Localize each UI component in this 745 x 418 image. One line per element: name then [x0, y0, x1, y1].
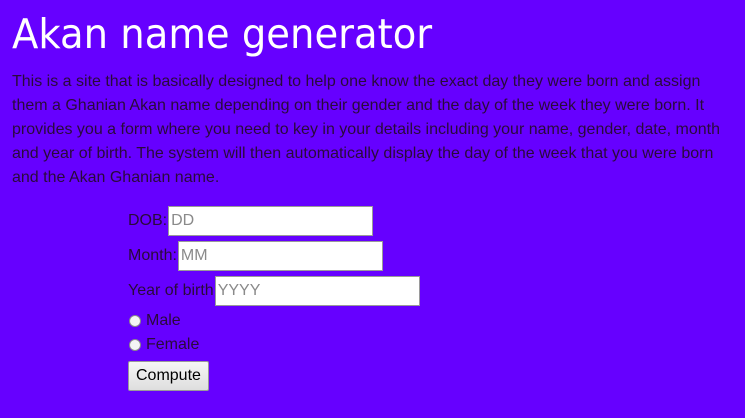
gender-male-row[interactable]: Male — [128, 311, 420, 331]
dob-input[interactable] — [168, 206, 374, 236]
female-label: Female — [146, 336, 200, 353]
month-label: Month: — [128, 247, 177, 264]
dob-row: DOB: — [128, 206, 420, 236]
year-label: Year of birth — [128, 282, 214, 299]
year-row: Year of birth — [128, 276, 420, 306]
month-row: Month: — [128, 241, 420, 271]
female-radio[interactable] — [129, 339, 141, 351]
month-input[interactable] — [177, 241, 383, 271]
dob-label: DOB: — [128, 212, 168, 229]
gender-female-row[interactable]: Female — [128, 335, 420, 355]
akan-form: DOB: Month: Year of birth Male Female Co… — [128, 206, 420, 391]
male-radio[interactable] — [129, 315, 141, 327]
year-input[interactable] — [214, 276, 420, 306]
compute-button[interactable]: Compute — [128, 361, 209, 391]
page-title: Akan name generator — [12, 10, 433, 58]
intro-paragraph: This is a site that is basically designe… — [12, 73, 720, 186]
male-label: Male — [146, 312, 181, 329]
